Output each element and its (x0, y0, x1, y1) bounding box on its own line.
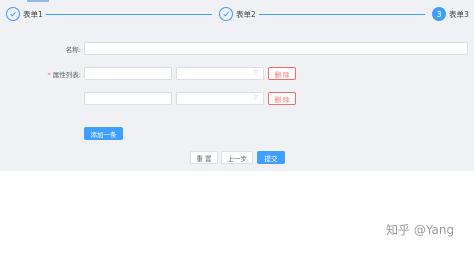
reset-button[interactable]: 重 置 (190, 151, 218, 164)
attr-label-text: 属性列表: (52, 71, 81, 79)
step-2: 表单2 (219, 6, 256, 22)
submit-button[interactable]: 提交 (257, 151, 285, 164)
chevron-down-icon: ▽ (253, 94, 258, 101)
check-icon (219, 7, 233, 21)
form-panel: 表单1 表单2 3 表单3 名称: * 属性列表: ▽ 删 除 ▽ 删 除 添加一… (0, 0, 474, 171)
check-icon (6, 7, 20, 21)
step-connector-2 (259, 14, 425, 15)
delete-button-1[interactable]: 删 除 (268, 67, 296, 80)
attr-label: * 属性列表: (48, 69, 81, 79)
step-3-title: 表单3 (449, 9, 469, 19)
watermark: 知乎 @Yang (386, 223, 455, 237)
add-row-button[interactable]: 添加一条 (84, 127, 123, 140)
step-3-number: 3 (432, 7, 446, 21)
chevron-down-icon: ▽ (253, 69, 258, 76)
attr-text-input-2[interactable] (84, 92, 172, 105)
attr-text-input-1[interactable] (84, 67, 172, 80)
name-label: 名称: (65, 46, 81, 54)
attr-select-2[interactable]: ▽ (176, 92, 264, 105)
attr-select-1[interactable]: ▽ (176, 67, 264, 80)
step-2-title: 表单2 (236, 9, 256, 19)
step-1-title: 表单1 (23, 9, 43, 19)
step-accent-bar (27, 0, 49, 2)
prev-step-button[interactable]: 上一步 (221, 151, 253, 164)
step-connector-1 (46, 14, 212, 15)
step-3: 3 表单3 (432, 6, 469, 22)
required-mark: * (47, 71, 51, 79)
name-input[interactable] (84, 42, 468, 55)
delete-button-2[interactable]: 删 除 (268, 92, 296, 105)
step-1: 表单1 (6, 6, 43, 22)
